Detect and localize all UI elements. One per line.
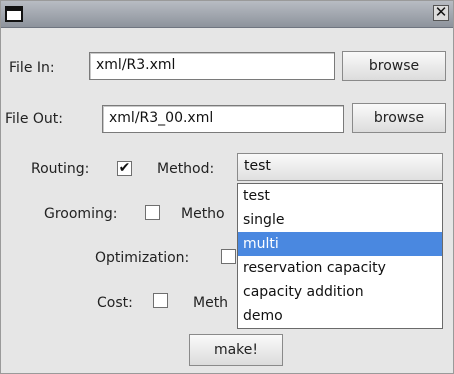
make-button[interactable]: make!: [189, 334, 283, 366]
routing-method-label: Method:: [157, 161, 215, 177]
optimization-label: Optimization:: [95, 250, 190, 266]
file-in-label: File In:: [9, 60, 55, 76]
dropdown-option-test[interactable]: test: [238, 184, 442, 208]
grooming-method-label: Metho: [181, 206, 225, 222]
file-in-field[interactable]: xml/R3.xml: [89, 52, 335, 80]
grooming-checkbox[interactable]: [145, 205, 160, 220]
dropdown-option-single[interactable]: single: [238, 208, 442, 232]
cost-checkbox[interactable]: [153, 293, 168, 308]
file-out-label: File Out:: [5, 111, 63, 127]
method-dropdown-list[interactable]: test single multi reservation capacity c…: [237, 183, 443, 329]
cost-method-label: Meth: [193, 295, 229, 311]
dropdown-option-demo[interactable]: demo: [238, 304, 442, 328]
method-combo[interactable]: test: [237, 153, 443, 181]
routing-checkbox[interactable]: ✔: [117, 161, 132, 176]
cost-label: Cost:: [97, 295, 133, 311]
title-bar[interactable]: ✕: [1, 1, 453, 28]
routing-label: Routing:: [31, 161, 90, 177]
close-icon[interactable]: ✕: [433, 5, 449, 21]
dropdown-option-capacity-addition[interactable]: capacity addition: [238, 280, 442, 304]
optimization-checkbox[interactable]: [221, 249, 236, 264]
file-out-field[interactable]: xml/R3_00.xml: [102, 105, 344, 133]
window-menu-icon[interactable]: [5, 6, 23, 22]
browse-in-button[interactable]: browse: [342, 51, 446, 81]
browse-out-button[interactable]: browse: [352, 103, 446, 133]
checkmark-icon: ✔: [118, 160, 131, 176]
dropdown-option-reservation-capacity[interactable]: reservation capacity: [238, 256, 442, 280]
dropdown-option-multi[interactable]: multi: [238, 232, 442, 256]
app-window: ✕ File In: xml/R3.xml browse File Out: x…: [0, 0, 454, 374]
grooming-label: Grooming:: [44, 206, 118, 222]
